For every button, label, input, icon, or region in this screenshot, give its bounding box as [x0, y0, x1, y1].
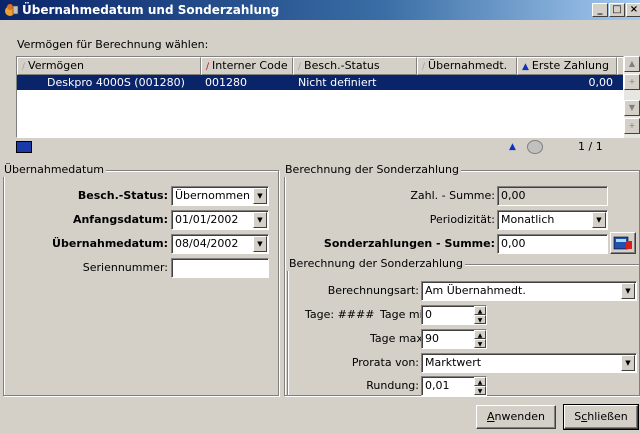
cell-status: Nicht definiert: [298, 76, 377, 89]
maximize-button[interactable]: □: [609, 3, 625, 17]
tage-max-stepper[interactable]: 90 ▲ ▼: [421, 329, 487, 349]
uebernahmedatum-field[interactable]: 08/04/2002 ▼: [171, 234, 269, 254]
column-header-uebernahmedt[interactable]: ∕ Übernahmedt.: [417, 57, 517, 75]
column-header-erste-zahlung[interactable]: ▲ Erste Zahlung: [517, 57, 617, 75]
zahl-summe-label: Zahl. - Summe:: [410, 189, 495, 202]
column-chooser-icon[interactable]: [617, 57, 623, 75]
button-label-post: hließen: [587, 410, 628, 423]
tage-max-value: 90: [425, 332, 439, 345]
table-row[interactable]: Deskpro 4000S (001280) 001280 Nicht defi…: [17, 75, 623, 90]
berechnungsart-value: Am Übernahmedt.: [425, 284, 526, 297]
scroll-up-icon[interactable]: ▲: [624, 56, 640, 72]
close-button[interactable]: ×: [626, 3, 640, 17]
rundung-value: 0,01: [425, 379, 450, 392]
dropdown-arrow-icon[interactable]: ▼: [621, 355, 635, 371]
column-label: Übernahmedt.: [428, 59, 508, 72]
dropdown-arrow-icon[interactable]: ▼: [621, 283, 635, 299]
calculate-button[interactable]: [610, 232, 636, 254]
column-header-vermoegen[interactable]: ∕ Vermögen: [17, 57, 201, 75]
calculator-icon: [613, 236, 632, 250]
berechnungsart-label: Berechnungsart:: [327, 284, 419, 297]
sonderzahlungen-field[interactable]: 0,00: [497, 234, 608, 254]
refresh-icon[interactable]: [527, 140, 543, 154]
scroll-bottom-icon[interactable]: +: [624, 118, 640, 134]
dropdown-arrow-icon[interactable]: ▼: [253, 188, 267, 204]
title-bar[interactable]: Übernahmedatum und Sonderzahlung _ □ ×: [0, 0, 640, 20]
column-label: Interner Code: [212, 59, 288, 72]
calendar-dropdown-icon[interactable]: ▼: [253, 236, 267, 252]
anfangsdatum-label: Anfangsdatum:: [72, 213, 168, 226]
sort-ascending-icon: ▲: [522, 62, 529, 72]
asset-list[interactable]: ∕ Vermögen ∕ Interner Code ∕ Besch.-Status …: [16, 56, 624, 138]
calendar-dropdown-icon[interactable]: ▼: [253, 212, 267, 228]
tage-readout: Tage: ####: [305, 308, 375, 321]
seriennummer-input[interactable]: [171, 258, 269, 278]
spin-up-icon[interactable]: ▲: [474, 306, 486, 315]
rundung-stepper[interactable]: 0,01 ▲ ▼: [421, 376, 487, 396]
dropdown-arrow-icon[interactable]: ▼: [592, 212, 606, 228]
periodizitaet-select[interactable]: Monatlich ▼: [497, 210, 608, 230]
uebernahmedatum-value: 08/04/2002: [175, 237, 239, 250]
column-header-interner-code[interactable]: ∕ Interner Code: [201, 57, 293, 75]
column-header-besch-status[interactable]: ∕ Besch.-Status: [293, 57, 417, 75]
periodizitaet-value: Monatlich: [501, 213, 555, 226]
list-caption: Vermögen für Berechnung wählen:: [17, 38, 209, 51]
spin-up-icon[interactable]: ▲: [474, 330, 486, 339]
list-scrollbar[interactable]: ▲ + ▼ +: [624, 56, 640, 138]
sonderzahlungen-label: Sonderzahlungen - Summe:: [323, 237, 495, 250]
sort-indicator-icon: ∕: [298, 62, 302, 72]
sort-direction-icon[interactable]: ▲: [509, 141, 516, 153]
spin-down-icon[interactable]: ▼: [474, 386, 486, 395]
berechnungsart-select[interactable]: Am Übernahmedt. ▼: [421, 281, 637, 301]
cell-zahlung: 0,00: [588, 76, 614, 89]
spin-down-icon[interactable]: ▼: [474, 315, 486, 324]
page-counter: 1 / 1: [578, 140, 603, 153]
spin-buttons[interactable]: ▲ ▼: [474, 330, 486, 348]
zahl-summe-field: 0,00: [497, 186, 608, 206]
tage-min-value: 0: [425, 308, 432, 321]
spin-buttons[interactable]: ▲ ▼: [474, 306, 486, 324]
scroll-top-icon[interactable]: +: [624, 74, 640, 90]
list-config-icon[interactable]: [16, 141, 32, 153]
column-label: Besch.-Status: [304, 59, 380, 72]
accelerator-key: A: [487, 410, 495, 423]
periodizitaet-label: Periodizität:: [429, 213, 495, 226]
group-title: Übernahmedatum: [2, 163, 107, 177]
sort-indicator-icon: ∕: [206, 62, 210, 72]
button-label-post: nwenden: [494, 410, 545, 423]
rundung-label: Rundung:: [366, 379, 419, 392]
tage-max-label: Tage max.:: [370, 332, 431, 345]
scroll-down-icon[interactable]: ▼: [624, 100, 640, 116]
sort-indicator-icon: ∕: [422, 62, 426, 72]
prorata-label: Prorata von:: [351, 356, 419, 369]
cell-vermoegen: Deskpro 4000S (001280): [47, 76, 185, 89]
besch-status-value: Übernommen: [175, 189, 251, 202]
window-title: Übernahmedatum und Sonderzahlung: [22, 3, 280, 17]
seriennummer-label: Seriennummer:: [82, 261, 168, 274]
cell-code: 001280: [205, 76, 247, 89]
uebernahmedatum-label: Übernahmedatum:: [52, 237, 168, 250]
app-icon: [5, 4, 19, 16]
besch-status-select[interactable]: Übernommen ▼: [171, 186, 269, 206]
spin-up-icon[interactable]: ▲: [474, 377, 486, 386]
group-title: Berechnung der Sonderzahlung: [287, 257, 465, 271]
sort-indicator-icon: ∕: [22, 62, 26, 72]
tage-min-stepper[interactable]: 0 ▲ ▼: [421, 305, 487, 325]
minimize-button[interactable]: _: [592, 3, 608, 17]
besch-status-label: Besch.-Status:: [77, 189, 168, 202]
apply-button[interactable]: Anwenden: [476, 405, 556, 429]
anfangsdatum-value: 01/01/2002: [175, 213, 239, 226]
spin-buttons[interactable]: ▲ ▼: [474, 377, 486, 395]
column-label: Erste Zahlung: [531, 59, 609, 72]
group-title: Berechnung der Sonderzahlung: [283, 163, 461, 177]
list-header: ∕ Vermögen ∕ Interner Code ∕ Besch.-Status …: [17, 57, 623, 75]
anfangsdatum-field[interactable]: 01/01/2002 ▼: [171, 210, 269, 230]
spin-down-icon[interactable]: ▼: [474, 339, 486, 348]
prorata-select[interactable]: Marktwert ▼: [421, 353, 637, 373]
close-dialog-button[interactable]: Schließen: [563, 404, 639, 430]
prorata-value: Marktwert: [425, 356, 482, 369]
column-label: Vermögen: [28, 59, 84, 72]
tage-min-label: Tage min.:: [380, 308, 437, 321]
